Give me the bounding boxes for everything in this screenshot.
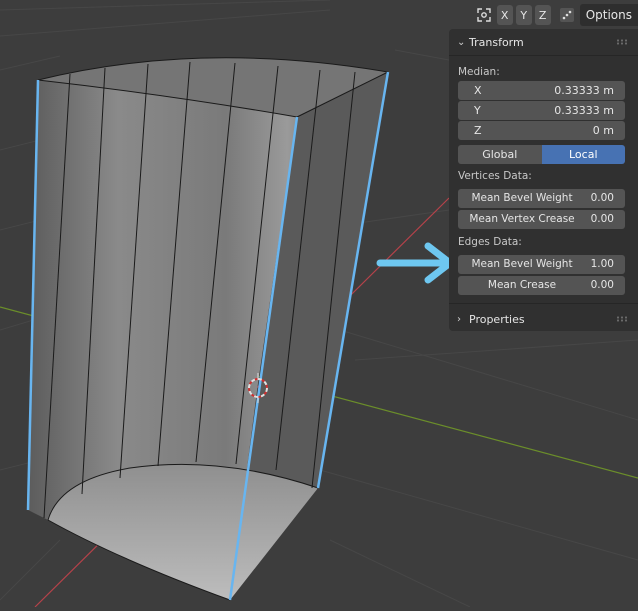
divider: [449, 55, 638, 56]
global-button[interactable]: Global: [458, 145, 542, 164]
transform-title: Transform: [469, 35, 524, 49]
chevron-down-icon: ⌄: [457, 36, 466, 48]
axis-x-toggle[interactable]: X: [496, 5, 513, 25]
sidebar-panel: ⌄ Transform Median: X 0.33333 m Y 0.3333…: [449, 29, 638, 331]
median-x-field[interactable]: X 0.33333 m: [458, 81, 625, 100]
properties-panel-header[interactable]: › Properties: [457, 309, 525, 329]
median-z-field[interactable]: Z 0 m: [458, 121, 625, 140]
edge-mean-bevel-weight-field[interactable]: Mean Bevel Weight 1.00: [458, 255, 625, 274]
edge-mean-crease-field[interactable]: Mean Crease 0.00: [458, 276, 625, 295]
gizmo-axes-icon[interactable]: [474, 5, 494, 25]
divider: [449, 303, 638, 304]
vertex-mean-bevel-weight-field[interactable]: Mean Bevel Weight 0.00: [458, 189, 625, 208]
properties-title: Properties: [469, 312, 525, 326]
transform-panel-header[interactable]: ⌄ Transform: [457, 32, 524, 52]
drag-handle-icon[interactable]: [616, 316, 628, 322]
viewport-header: X Y Z Options: [474, 4, 638, 26]
mean-vertex-crease-field[interactable]: Mean Vertex Crease 0.00: [458, 210, 625, 229]
drag-handle-icon[interactable]: [616, 39, 628, 45]
options-dropdown[interactable]: Options: [579, 4, 638, 26]
median-label: Median:: [458, 66, 500, 78]
axis-y-toggle[interactable]: Y: [515, 5, 532, 25]
local-button[interactable]: Local: [541, 145, 625, 164]
chevron-right-icon: ›: [457, 313, 461, 325]
edges-data-label: Edges Data:: [458, 236, 522, 248]
axis-z-toggle[interactable]: Z: [534, 5, 551, 25]
mesh-object: [26, 57, 390, 601]
annotation-arrow-icon: [376, 242, 454, 284]
median-y-field[interactable]: Y 0.33333 m: [458, 101, 625, 120]
vertices-data-label: Vertices Data:: [458, 170, 532, 182]
snap-settings-icon[interactable]: [557, 5, 577, 25]
space-toggle: Global Local: [458, 145, 625, 164]
